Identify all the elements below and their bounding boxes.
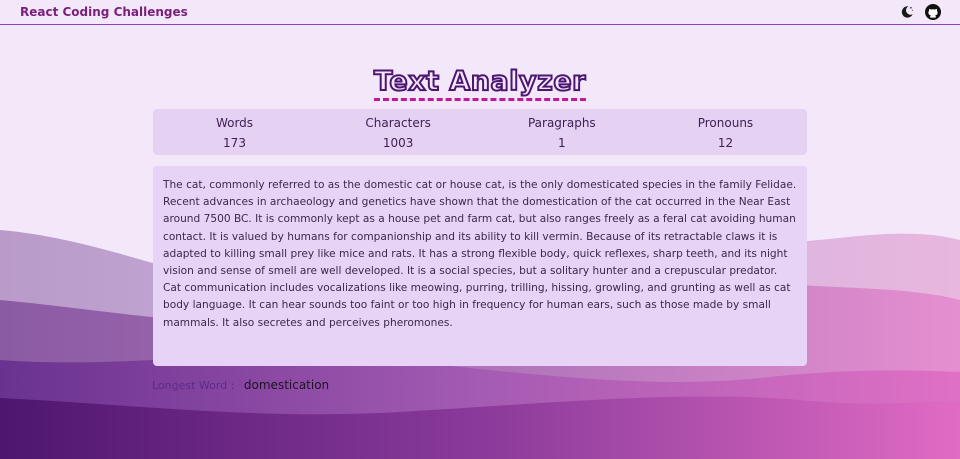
stats-panel: Words 173 Characters 1003 Paragraphs 1 P… (153, 109, 807, 155)
stat-value: 12 (717, 136, 734, 150)
brand-title[interactable]: React Coding Challenges (20, 5, 188, 19)
stat-characters: Characters 1003 (317, 109, 480, 155)
page-title: Text Analyzer (0, 65, 960, 101)
moon-icon[interactable] (900, 5, 914, 19)
stat-label: Paragraphs (527, 116, 596, 130)
stat-words: Words 173 (153, 109, 316, 155)
top-navbar: React Coding Challenges (0, 0, 960, 25)
longest-word-label: Longest Word : (152, 379, 235, 392)
longest-word: Longest Word : domestication (152, 378, 329, 392)
stat-pronouns: Pronouns 12 (644, 109, 807, 155)
longest-word-value: domestication (243, 378, 330, 392)
stat-label: Pronouns (697, 116, 754, 130)
github-icon[interactable] (925, 4, 941, 20)
stat-value: 1003 (382, 136, 414, 150)
stat-value: 173 (223, 136, 246, 150)
stat-label: Characters (365, 116, 431, 130)
stat-label: Words (215, 116, 254, 130)
stat-value: 1 (557, 136, 566, 150)
text-input-area[interactable]: The cat, commonly referred to as the dom… (153, 166, 807, 366)
stat-paragraphs: Paragraphs 1 (480, 109, 643, 155)
